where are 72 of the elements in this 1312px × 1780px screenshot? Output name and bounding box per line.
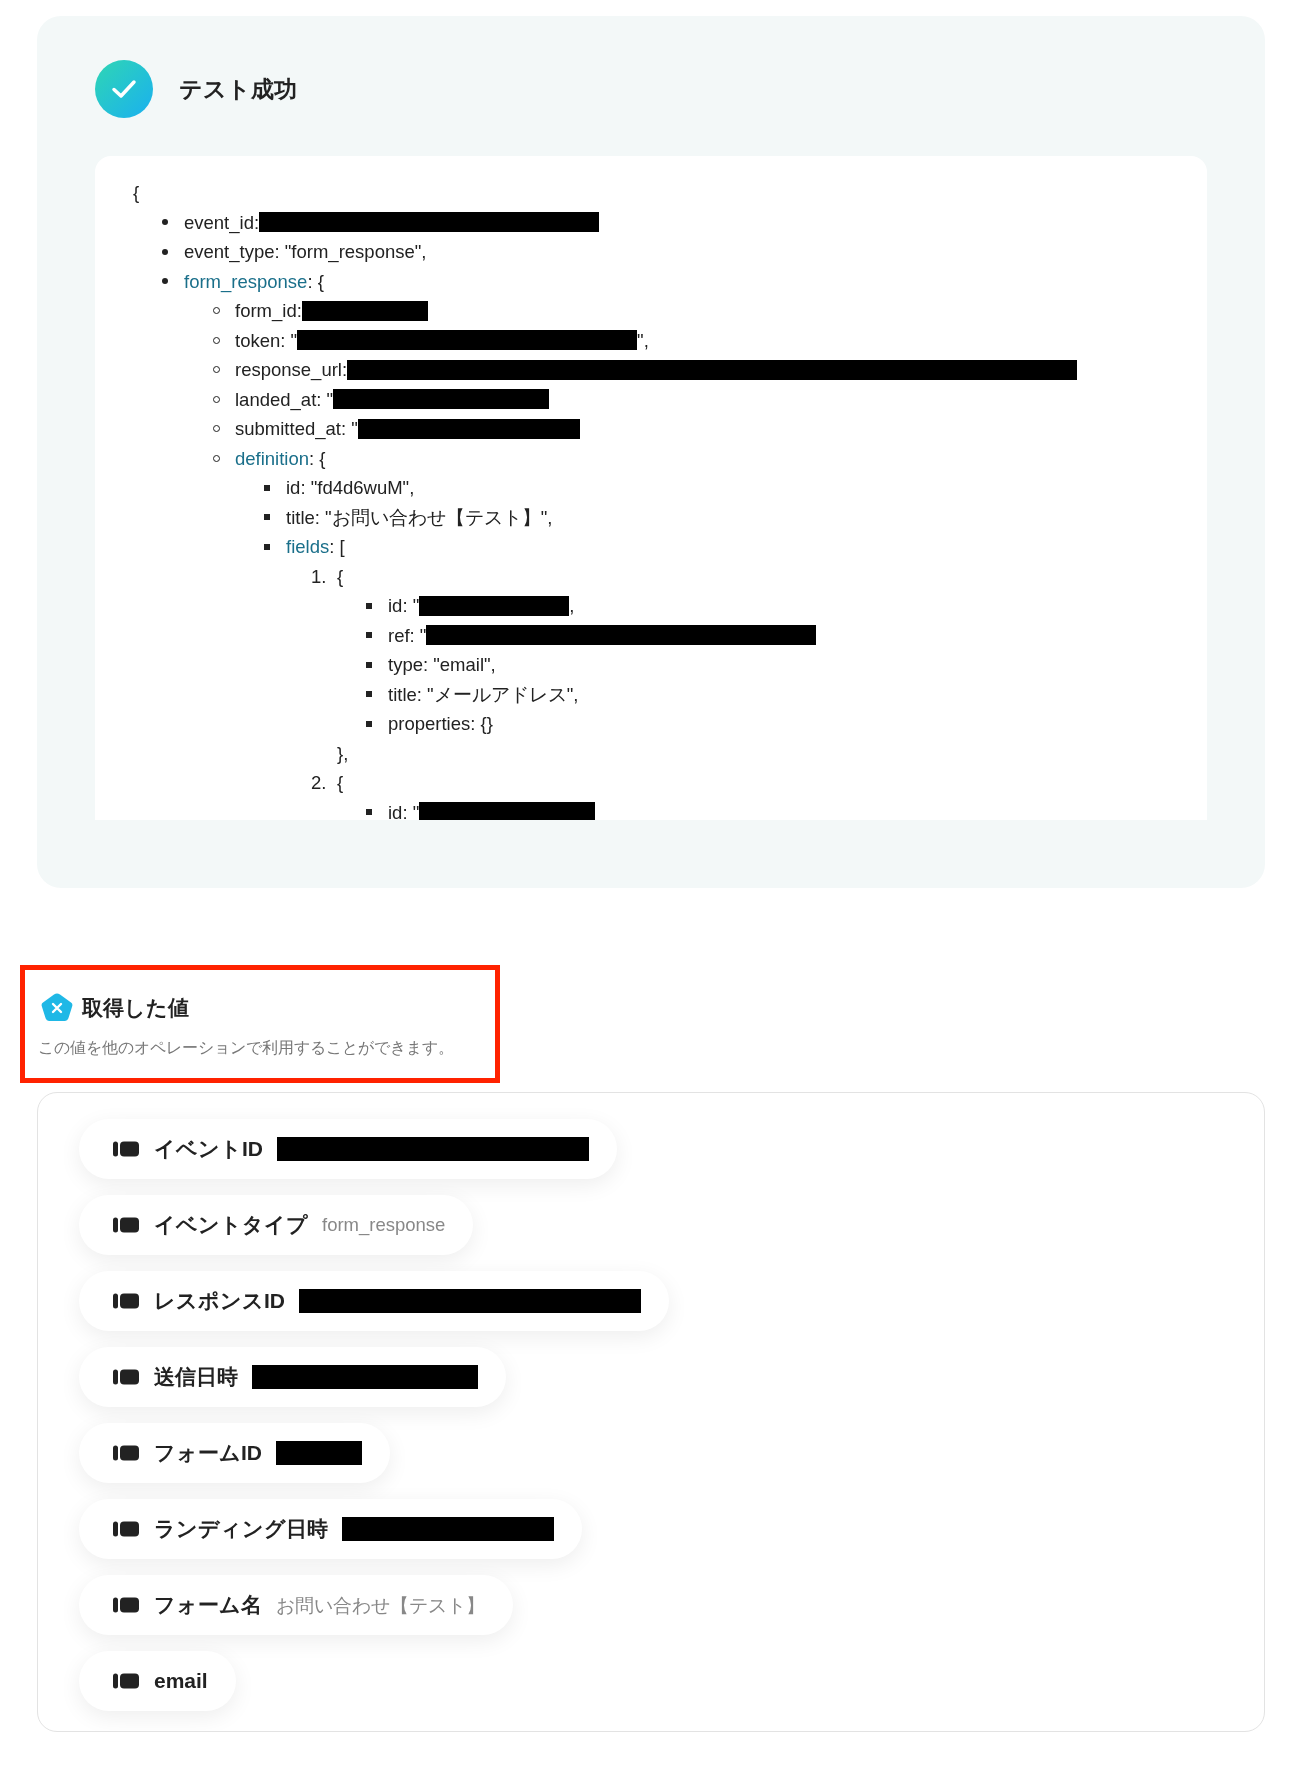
json-line: event_id: xyxy=(184,210,260,236)
bullet-icon xyxy=(162,278,168,285)
json-line: }, xyxy=(337,741,349,766)
json-line: id: "fd4d6wuM", xyxy=(286,476,415,500)
bullet-icon xyxy=(366,809,372,816)
tag-icon xyxy=(112,1444,140,1462)
json-line: properties: {} xyxy=(388,712,493,736)
list-number: 1. xyxy=(311,564,327,589)
json-line: { xyxy=(337,771,344,795)
chip-label: イベントID xyxy=(154,1136,263,1162)
tag-icon xyxy=(112,1596,140,1614)
chip-label: イベントタイプ xyxy=(154,1212,308,1238)
chip-label: 送信日時 xyxy=(154,1364,238,1390)
chip-label: レスポンスID xyxy=(154,1288,285,1314)
tag-icon xyxy=(112,1672,140,1690)
bullet-icon xyxy=(264,514,270,521)
bullet-icon xyxy=(162,248,168,255)
json-line: response_url: xyxy=(235,358,348,383)
value-chip[interactable]: イベントID xyxy=(79,1119,617,1179)
json-line: title: "お問い合わせ【テスト】", xyxy=(286,505,553,530)
list-number: 2. xyxy=(311,771,327,795)
tag-icon xyxy=(112,1368,140,1386)
value-chip[interactable]: フォームID xyxy=(79,1423,390,1483)
json-key-link[interactable]: fields xyxy=(286,532,330,562)
value-chip[interactable]: 送信日時 xyxy=(79,1347,506,1407)
json-line: landed_at: " xyxy=(235,387,334,413)
tag-icon xyxy=(112,1216,140,1234)
chip-label: ランディング日時 xyxy=(154,1516,328,1542)
tag-icon xyxy=(112,1292,140,1310)
check-icon xyxy=(95,60,153,118)
json-line: event_type: "form_response", xyxy=(184,240,427,265)
json-line: title: "メールアドレス", xyxy=(388,682,579,707)
chip-value: お問い合わせ【テスト】 xyxy=(276,1593,485,1618)
json-line: : { xyxy=(309,446,326,471)
json-line: , xyxy=(569,594,575,618)
json-line: form_id: xyxy=(235,299,302,324)
chip-label: email xyxy=(154,1669,208,1693)
json-line: : [ xyxy=(329,535,345,559)
value-chip[interactable]: レスポンスID xyxy=(79,1271,669,1331)
value-chip[interactable]: ランディング日時 xyxy=(79,1499,582,1559)
bullet-icon xyxy=(366,602,372,609)
json-line: token: " xyxy=(235,328,298,353)
json-line: id: " xyxy=(388,594,420,618)
json-line: submitted_at: " xyxy=(235,417,358,442)
value-chip[interactable]: フォーム名 お問い合わせ【テスト】 xyxy=(79,1575,513,1635)
json-key-link[interactable]: definition xyxy=(235,443,310,473)
json-line: type: "email", xyxy=(388,653,496,677)
bullet-icon xyxy=(366,661,372,668)
bullet-icon xyxy=(366,691,372,698)
chip-label: フォームID xyxy=(154,1440,262,1466)
bullet-icon xyxy=(162,219,168,226)
bullet-icon xyxy=(264,484,270,491)
chip-label: フォーム名 xyxy=(154,1592,262,1618)
pentagon-x-icon xyxy=(40,992,74,1024)
tag-icon xyxy=(112,1140,140,1158)
json-line: ref: " xyxy=(388,623,427,648)
value-chip[interactable]: email xyxy=(79,1651,236,1711)
bullet-icon xyxy=(366,632,372,639)
section-title: 取得した値 xyxy=(82,995,189,1021)
result-title: テスト成功 xyxy=(179,74,297,104)
json-line: id: " xyxy=(388,800,420,820)
json-line: { xyxy=(337,564,344,589)
tag-icon xyxy=(112,1520,140,1538)
bullet-icon xyxy=(264,543,270,550)
json-key-link[interactable]: form_response xyxy=(184,266,308,296)
chip-value: form_response xyxy=(322,1214,446,1236)
json-line: { xyxy=(133,181,140,205)
section-description: この値を他のオペレーションで利用することができます。 xyxy=(38,1038,455,1058)
json-line: ", xyxy=(637,328,649,353)
value-chip[interactable]: イベントタイプ form_response xyxy=(79,1195,474,1255)
bullet-icon xyxy=(366,720,372,727)
json-line: : { xyxy=(307,269,324,292)
